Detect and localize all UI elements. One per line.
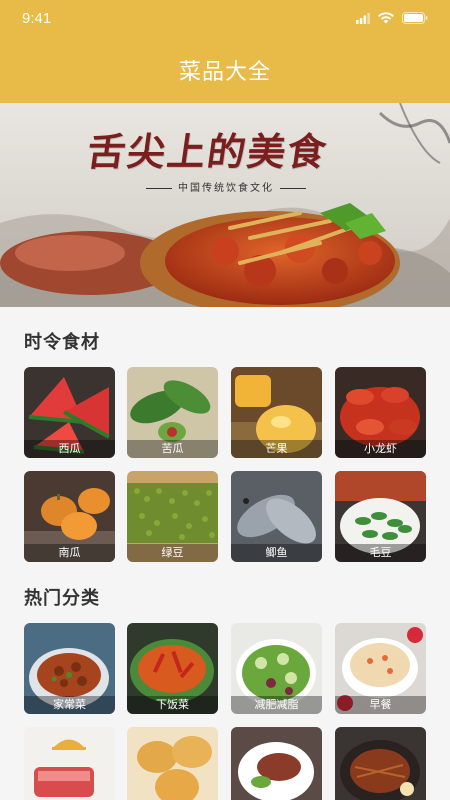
tile-label: 绿豆 xyxy=(127,544,218,562)
tile-label: 家常菜 xyxy=(24,696,115,714)
seasonal-item-pumpkin[interactable]: 南瓜 xyxy=(24,471,115,562)
signal-icon xyxy=(356,12,370,24)
popular-item-7[interactable] xyxy=(231,727,322,800)
seasonal-item-crayfish[interactable]: 小龙虾 xyxy=(335,367,426,458)
section-title-popular: 热门分类 xyxy=(24,588,100,609)
tile-label: 下饭菜 xyxy=(127,696,218,714)
tile-label: 早餐 xyxy=(335,696,426,714)
popular-item-weight-loss[interactable]: 减肥减脂 xyxy=(231,623,322,714)
tile-label: 鲫鱼 xyxy=(231,544,322,562)
popular-item-rice-dish[interactable]: 下饭菜 xyxy=(127,623,218,714)
tile-label: 芒果 xyxy=(231,440,322,458)
seasonal-item-mung-bean[interactable]: 绿豆 xyxy=(127,471,218,562)
seasonal-item-edamame[interactable]: 毛豆 xyxy=(335,471,426,562)
popular-item-5[interactable] xyxy=(24,727,115,800)
banner-title: 舌尖上的美食 xyxy=(84,129,331,174)
popular-item-6[interactable] xyxy=(127,727,218,800)
status-bar: 9:41 xyxy=(0,0,450,40)
dish-image xyxy=(335,727,426,800)
status-time: 9:41 xyxy=(22,10,52,27)
banner[interactable]: 舌尖上的美食 中国传统饮食文化 xyxy=(0,103,450,307)
app-header: 9:41 菜品大全 xyxy=(0,0,450,103)
dish-image xyxy=(24,727,115,800)
popular-item-8[interactable] xyxy=(335,727,426,800)
tile-label: 苦瓜 xyxy=(127,440,218,458)
seasonal-item-crucian-carp[interactable]: 鲫鱼 xyxy=(231,471,322,562)
popular-item-breakfast[interactable]: 早餐 xyxy=(335,623,426,714)
dish-image xyxy=(231,727,322,800)
seasonal-item-bitter-melon[interactable]: 苦瓜 xyxy=(127,367,218,458)
tile-label: 南瓜 xyxy=(24,544,115,562)
section-title-seasonal: 时令食材 xyxy=(24,332,100,353)
seasonal-item-watermelon[interactable]: 西瓜 xyxy=(24,367,115,458)
tile-label: 西瓜 xyxy=(24,440,115,458)
battery-icon xyxy=(402,12,428,24)
popular-item-home-cooking[interactable]: 家常菜 xyxy=(24,623,115,714)
dish-image xyxy=(127,727,218,800)
status-icons xyxy=(356,12,428,24)
page-title: 菜品大全 xyxy=(178,60,271,85)
seasonal-item-mango[interactable]: 芒果 xyxy=(231,367,322,458)
banner-subtitle: 中国传统饮食文化 xyxy=(140,179,312,194)
tile-label: 小龙虾 xyxy=(335,440,426,458)
wifi-icon xyxy=(378,12,394,24)
tile-label: 减肥减脂 xyxy=(231,696,322,714)
tile-label: 毛豆 xyxy=(335,544,426,562)
